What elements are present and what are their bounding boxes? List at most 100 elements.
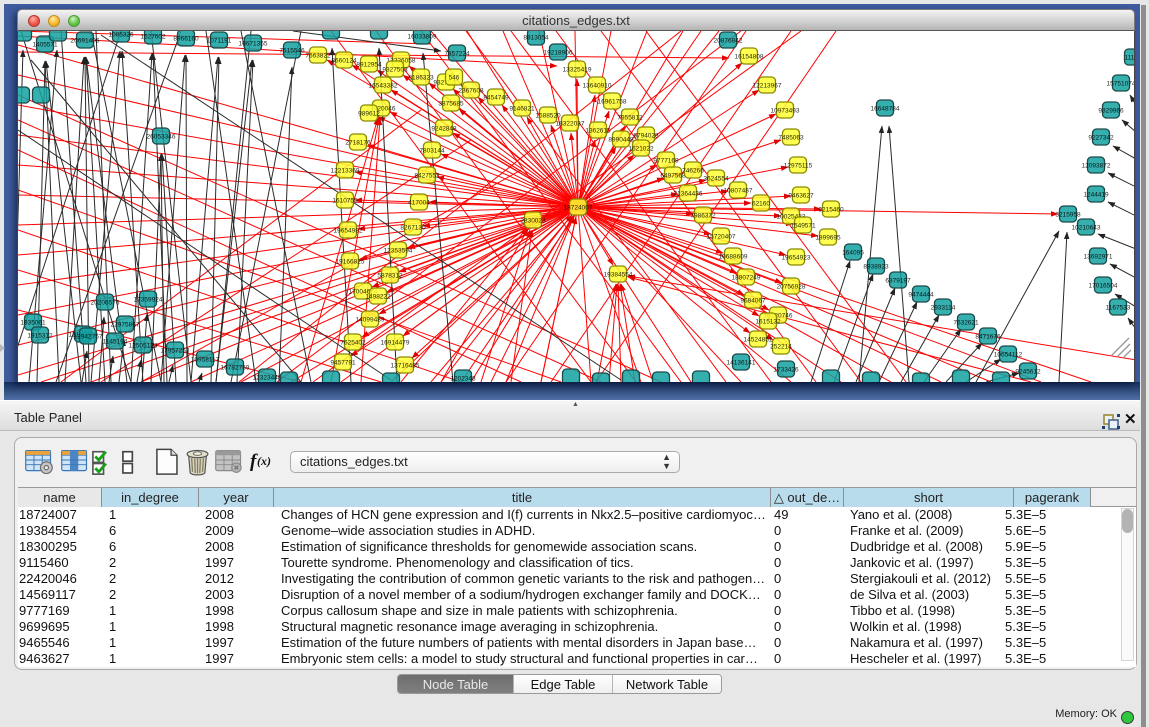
svg-text:20206576: 20206576 [91,300,120,307]
svg-text:10688609: 10688609 [719,254,748,261]
svg-text:15751074: 15751074 [1107,81,1135,88]
svg-text:746266: 746266 [682,168,704,175]
svg-text:8267130: 8267130 [400,225,426,232]
svg-text:8427552: 8427552 [414,173,440,180]
svg-text:1362615: 1362615 [585,128,611,135]
svg-text:7663822: 7663822 [305,53,331,60]
svg-text:9227342: 9227342 [1088,135,1114,142]
svg-text:7485063: 7485063 [778,135,804,142]
svg-text:8938923: 8938923 [863,264,889,271]
svg-text:16033809: 16033809 [408,34,437,41]
svg-text:19384554: 19384554 [604,272,633,279]
svg-text:8471676: 8471676 [975,334,1001,341]
svg-text:8660124: 8660124 [331,58,357,65]
svg-text:17359924: 17359924 [134,297,163,304]
svg-text:14136141: 14136141 [727,360,756,367]
svg-text:20691406: 20691406 [71,38,100,45]
svg-text:8966160: 8966160 [173,36,199,43]
svg-text:21364436: 21364436 [674,191,703,198]
svg-text:9474444: 9474444 [908,292,934,299]
svg-text:19654923: 19654923 [782,255,811,262]
svg-text:1202348: 1202348 [450,376,476,383]
svg-text:7632621: 7632621 [953,320,979,327]
svg-text:1621022: 1621022 [628,146,654,153]
svg-text:1615132: 1615132 [755,319,781,326]
svg-text:18322037: 18322037 [556,121,585,128]
svg-text:3215958: 3215958 [1055,212,1081,219]
svg-text:6794028: 6794028 [633,133,659,140]
svg-text:18724007: 18724007 [564,205,593,212]
svg-text:8454749: 8454749 [483,95,509,102]
svg-text:9245612: 9245612 [1015,369,1041,376]
svg-text:20876842: 20876842 [714,38,743,45]
svg-text:9463627: 9463627 [788,193,814,200]
svg-text:22975867: 22975867 [111,322,140,329]
svg-text:13716485: 13716485 [391,363,420,370]
svg-text:8813054: 8813054 [523,35,549,42]
svg-text:9457791: 9457791 [330,360,356,367]
svg-text:7803144: 7803144 [419,148,445,155]
svg-text:13692971: 13692971 [1084,254,1113,261]
svg-text:1527602: 1527602 [140,34,166,41]
svg-text:10807487: 10807487 [724,188,753,195]
svg-text:13640910: 13640910 [583,83,612,90]
svg-text:10958117: 10958117 [191,357,220,364]
svg-text:1071191: 1071191 [207,38,232,45]
svg-text:9684067: 9684067 [740,298,766,305]
svg-text:12505123: 12505123 [129,343,158,350]
svg-text:19218906: 19218906 [544,50,573,57]
svg-text:20756928: 20756928 [777,284,806,291]
svg-text:6379197: 6379197 [885,278,911,285]
svg-text:19654982: 19654982 [334,228,363,235]
svg-text:8990448: 8990448 [608,137,634,144]
svg-text:2933114: 2933114 [931,305,956,312]
svg-text:12213369: 12213369 [331,168,360,175]
svg-text:10671355: 10671355 [239,41,268,48]
svg-text:14524851: 14524851 [744,337,773,344]
svg-text:10973493: 10973493 [771,108,800,115]
svg-text:11122: 11122 [1124,55,1135,62]
svg-text:1244419: 1244419 [1083,192,1109,199]
svg-text:(x): (x) [257,454,271,468]
svg-text:1610755: 1610755 [332,198,358,205]
svg-text:7625402: 7625402 [340,340,366,347]
svg-text:1085326: 1085326 [108,32,134,39]
svg-text:252214: 252214 [770,344,792,351]
svg-text:9242848: 9242848 [431,126,457,133]
svg-text:2830023: 2830023 [520,218,546,225]
svg-text:3624554: 3624554 [703,176,729,183]
svg-text:18807249: 18807249 [732,275,761,282]
svg-text:12975115: 12975115 [784,163,813,170]
svg-text:1899695: 1899695 [815,235,841,242]
svg-text:1915312: 1915312 [27,333,53,340]
svg-text:1498222: 1498222 [365,294,391,301]
svg-text:12353594: 12353594 [384,248,413,255]
svg-text:10654112: 10654112 [994,352,1023,359]
svg-text:10210643: 10210643 [1072,225,1101,232]
svg-text:15720407: 15720407 [707,234,736,241]
svg-text:164095: 164095 [842,250,864,257]
svg-text:19166825: 19166825 [336,259,365,266]
svg-text:12213967: 12213967 [753,83,782,90]
svg-text:7986372: 7986372 [690,213,716,220]
svg-text:7955812: 7955812 [617,115,643,122]
svg-text:2718176: 2718176 [345,140,371,147]
svg-text:26053346: 26053346 [147,134,176,141]
svg-text:1167533: 1167533 [1106,305,1131,312]
svg-text:17016504: 17016504 [1089,283,1118,290]
svg-text:1588520: 1588520 [535,113,561,120]
svg-text:17957253: 17957253 [161,348,190,355]
svg-text:546: 546 [449,75,460,82]
svg-text:16961758: 16961758 [598,99,627,106]
svg-text:9327503: 9327503 [382,67,408,74]
svg-text:13325419: 13325419 [563,67,592,74]
svg-text:16914479: 16914479 [381,340,410,347]
svg-text:12093872: 12093872 [1082,163,1111,170]
svg-text:16782759: 16782759 [221,365,250,372]
svg-text:16154808: 16154808 [735,54,764,61]
svg-text:9329966: 9329966 [1098,108,1124,115]
svg-text:7515546: 7515546 [279,48,305,55]
svg-text:1405571: 1405571 [32,42,58,49]
svg-text:7857224: 7857224 [444,51,470,58]
svg-text:9777169: 9777169 [653,158,679,165]
